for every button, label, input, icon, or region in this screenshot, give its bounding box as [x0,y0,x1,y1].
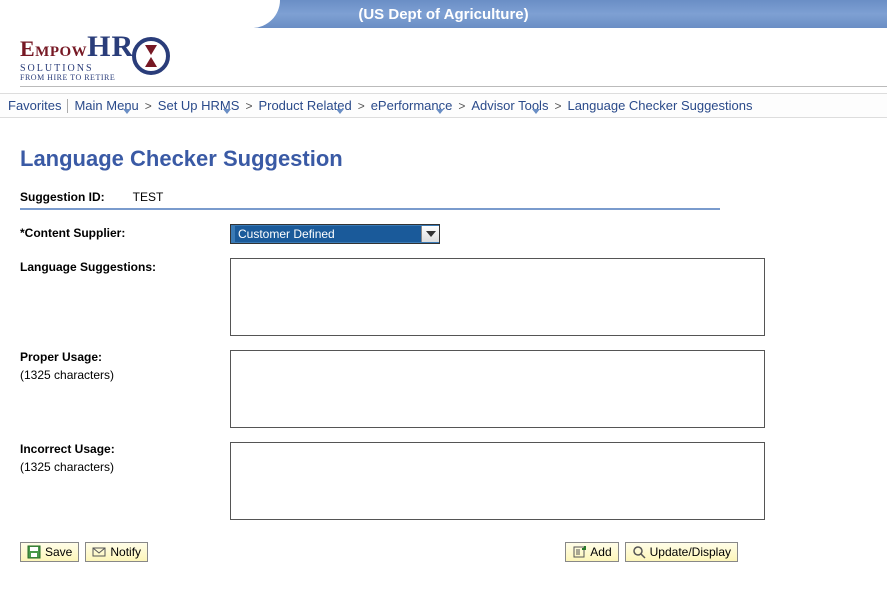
logo-circle-icon [132,37,170,75]
org-name: (US Dept of Agriculture) [358,6,528,23]
logo-area: EmpowHR SOLUTIONS FROM HIRE TO RETIRE [0,28,887,93]
update-display-button-label: Update/Display [650,545,731,559]
add-button-label: Add [590,545,611,559]
chevron-right-icon: > [458,99,465,113]
add-button[interactable]: Add [565,542,618,562]
content-supplier-label: *Content Supplier: [20,224,230,240]
save-button-label: Save [45,545,72,559]
breadcrumb-language-checker[interactable]: Language Checker Suggestions [567,98,752,113]
incorrect-usage-input[interactable] [230,442,765,520]
page-title: Language Checker Suggestion [20,146,867,172]
incorrect-usage-hint: (1325 characters) [20,460,230,474]
chevron-right-icon: > [245,99,252,113]
proper-usage-label: Proper Usage: [20,350,230,364]
suggestion-id-value: TEST [133,190,164,204]
breadcrumb-favorites[interactable]: Favorites [8,98,61,113]
logo-brand: Empow [20,36,87,61]
divider-icon [20,208,720,210]
incorrect-usage-label: Incorrect Usage: [20,442,230,456]
chevron-right-icon: > [145,99,152,113]
notify-icon [92,545,106,559]
divider-icon [67,99,68,113]
top-banner: (US Dept of Agriculture) [0,0,887,28]
search-icon [632,545,646,559]
content-supplier-select[interactable]: Customer Defined [230,224,440,244]
logo-sub2: FROM HIRE TO RETIRE [20,73,134,82]
content-supplier-value: Customer Defined [235,226,421,242]
proper-usage-hint: (1325 characters) [20,368,230,382]
chevron-right-icon: > [554,99,561,113]
chevron-right-icon: > [358,99,365,113]
suggestion-id-label: Suggestion ID: [20,190,105,204]
floppy-disk-icon [27,545,41,559]
breadcrumb: Favorites Main Menu > Set Up HRMS > Prod… [0,93,887,118]
notify-button[interactable]: Notify [85,542,148,562]
language-suggestions-input[interactable] [230,258,765,336]
chevron-down-icon [421,226,439,242]
proper-usage-input[interactable] [230,350,765,428]
add-icon [572,545,586,559]
logo-sub1: SOLUTIONS [20,64,134,73]
save-button[interactable]: Save [20,542,79,562]
notify-button-label: Notify [110,545,141,559]
language-suggestions-label: Language Suggestions: [20,258,230,274]
update-display-button[interactable]: Update/Display [625,542,738,562]
